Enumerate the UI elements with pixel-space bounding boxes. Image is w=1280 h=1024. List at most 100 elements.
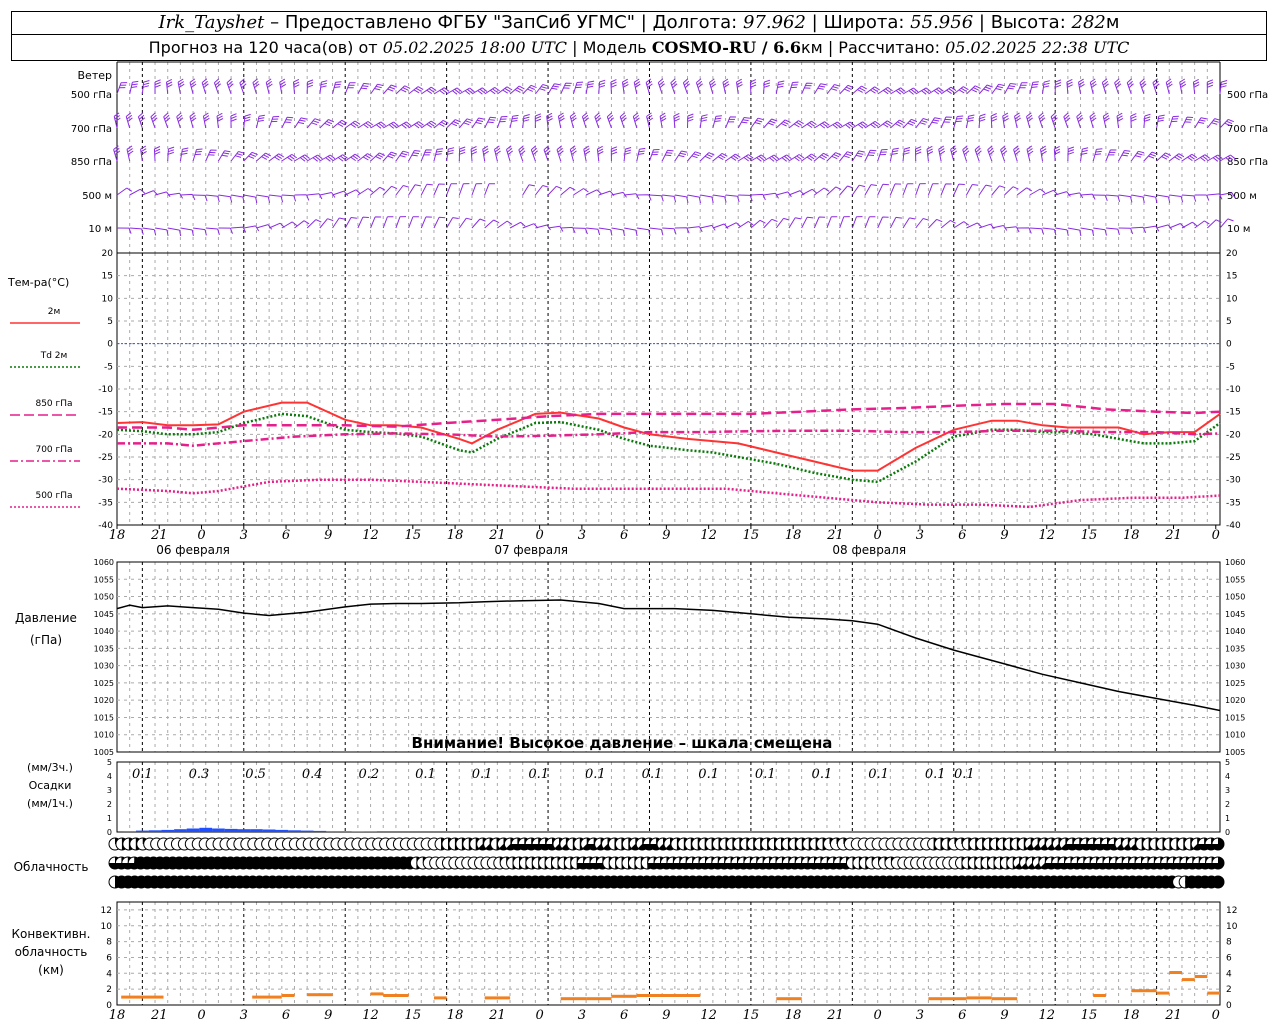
wind-barb [192, 148, 203, 162]
temp-tick-right: -25 [1226, 453, 1241, 463]
wind-barb [632, 112, 640, 129]
wind-barb [509, 114, 519, 129]
temp-tick-right: 20 [1226, 249, 1238, 259]
wind-barb [382, 185, 398, 196]
temp-tick-left: 5 [107, 317, 113, 327]
convective-bar [1131, 989, 1157, 993]
wind-barb [649, 194, 664, 202]
wind-barb [1118, 194, 1133, 203]
wind-barb [446, 147, 455, 162]
wind-barb [725, 194, 740, 203]
convective-bar [383, 994, 409, 997]
precip-bar [148, 830, 162, 832]
wind-barb [1000, 145, 1008, 162]
wind-barb [763, 218, 778, 229]
wind-barb [1130, 150, 1145, 162]
wind-barb [370, 186, 386, 196]
time-tick-label: 0 [197, 528, 205, 543]
wind-barb [801, 82, 813, 95]
wind-barb [395, 216, 407, 229]
temp-tick-right: -35 [1226, 498, 1241, 508]
wind-barb [953, 183, 965, 196]
pressure-tick-left: 1030 [94, 662, 114, 671]
precip-tick-left: 5 [107, 758, 112, 767]
wind-barb [268, 116, 280, 129]
temp-tick-right: -30 [1226, 476, 1241, 486]
wind-barb [256, 152, 272, 162]
pressure-tick-right: 1025 [1225, 679, 1245, 688]
wind-level-label: 700 гПа [71, 124, 112, 135]
time-tick-label: 6 [620, 528, 628, 543]
wind-barb [547, 185, 563, 196]
temp-tick-left: -5 [104, 362, 113, 372]
wind-barb [230, 151, 245, 162]
wind-barb [279, 78, 287, 95]
pressure-tick-right: 1055 [1225, 575, 1245, 584]
wind-barb [927, 183, 939, 196]
precip-amount-label: 0.1 [954, 767, 975, 782]
temp-tick-left: -30 [98, 476, 113, 486]
wind-barb [408, 150, 421, 162]
time-tick-label: 3 [240, 528, 248, 543]
wind-barb [991, 185, 1006, 196]
wind-barb [839, 84, 854, 95]
precip-amount-label: 0.1 [472, 767, 493, 782]
pressure-tick-right: 1030 [1225, 662, 1245, 671]
wind-barb [496, 116, 508, 129]
wind-barb [269, 194, 284, 203]
precip-amount-label: 0.1 [528, 767, 549, 782]
time-tick-label-bottom: 3 [240, 1008, 248, 1023]
wind-barb [965, 114, 975, 129]
wind-barb [150, 112, 158, 129]
wind-barb [556, 145, 564, 162]
time-tick-label: 18 [109, 528, 126, 543]
wind-panel-title: Ветер [78, 69, 112, 82]
convective-panel-title: (км) [38, 963, 64, 977]
time-tick-label-bottom: 9 [324, 1008, 332, 1023]
time-tick-label: 6 [958, 528, 966, 543]
time-tick-label-bottom: 21 [488, 1008, 506, 1023]
wind-barb [623, 147, 632, 162]
wind-barb [205, 194, 220, 203]
precip-tick-left: 4 [107, 772, 112, 781]
precip-amount-label: 0.1 [868, 767, 889, 782]
wind-barb [851, 150, 865, 162]
wind-barb [661, 149, 674, 162]
precip-amount-label: 0.5 [245, 767, 266, 782]
time-tick-label-bottom: 6 [620, 1008, 628, 1023]
wind-barb [670, 78, 678, 95]
wind-barb [636, 147, 646, 162]
precip-panel-frame [116, 761, 1221, 833]
date-label: 07 февраля [494, 543, 568, 557]
wind-barb [953, 115, 964, 129]
wind-barb [370, 216, 382, 229]
wind-barb [725, 116, 737, 129]
wind-barb [915, 183, 926, 196]
wind-barb [484, 116, 497, 129]
meteogram: Ветер 500 гПа 500 гПа 700 гПа 700 гПа 850 гПа… [7, 61, 1268, 1023]
convective-bar [281, 994, 295, 997]
wind-barb [177, 78, 185, 95]
wind-barb [546, 112, 553, 129]
wind-barb [709, 78, 717, 95]
time-tick-label-bottom: 0 [535, 1008, 543, 1023]
wind-barb [522, 114, 530, 129]
wind-barb [382, 84, 397, 95]
wind-barb [140, 145, 147, 162]
wind-barb [332, 217, 346, 229]
wind-barb [864, 216, 876, 229]
wind-barb [458, 183, 470, 196]
wind-barb [1169, 194, 1184, 203]
convective-tick-right: 10 [1226, 922, 1238, 932]
wind-barb [598, 227, 613, 236]
wind-barb [319, 80, 328, 95]
wind-barb [573, 227, 588, 235]
convective-tick-left: 2 [106, 985, 112, 995]
wind-barb [231, 194, 245, 203]
wind-barb [636, 227, 651, 236]
pressure-tick-right: 1015 [1225, 713, 1245, 722]
wind-barb [991, 83, 1005, 95]
wind-barb [839, 216, 850, 229]
wind-barb [826, 216, 838, 229]
wind-barb [1050, 112, 1058, 129]
